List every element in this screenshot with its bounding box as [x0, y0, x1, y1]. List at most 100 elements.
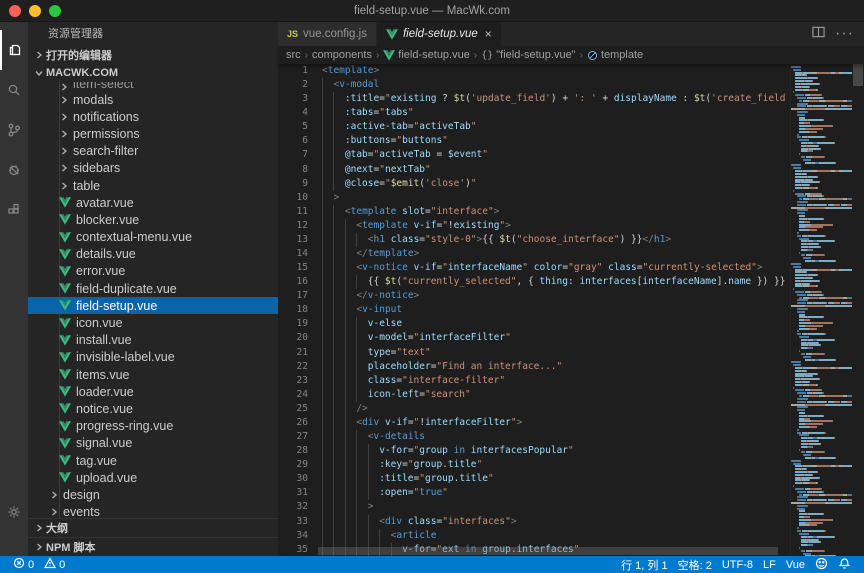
- run-debug-icon[interactable]: [0, 150, 28, 190]
- status-空格-2[interactable]: 空格: 2: [673, 556, 717, 573]
- more-actions-icon[interactable]: ···: [835, 25, 854, 43]
- code-line-14[interactable]: 14 </template>: [278, 247, 790, 261]
- vertical-scrollbar[interactable]: [852, 64, 864, 556]
- project-section[interactable]: MACWK.COM: [28, 64, 278, 82]
- code-line-8[interactable]: 8 @next="nextTab": [278, 163, 790, 177]
- tree-file-blocker.vue[interactable]: blocker.vue: [28, 211, 278, 228]
- tree-file-notice.vue[interactable]: notice.vue: [28, 400, 278, 417]
- search-icon[interactable]: [0, 70, 28, 110]
- status-lf[interactable]: LF: [758, 556, 781, 573]
- tree-file-error.vue[interactable]: error.vue: [28, 263, 278, 280]
- code-line-21[interactable]: 21 type="text": [278, 346, 790, 360]
- editor-actions: ···: [812, 22, 864, 46]
- code-line-6[interactable]: 6 :buttons="buttons": [278, 134, 790, 148]
- code-line-25[interactable]: 25 />: [278, 402, 790, 416]
- code-line-12[interactable]: 12 <template v-if="!existing">: [278, 219, 790, 233]
- tree-file-details.vue[interactable]: details.vue: [28, 246, 278, 263]
- code-line-1[interactable]: 1<template>: [278, 64, 790, 78]
- tree-file-loader.vue[interactable]: loader.vue: [28, 383, 278, 400]
- tree-file-avatar.vue[interactable]: avatar.vue: [28, 194, 278, 211]
- status-行-1-列-1[interactable]: 行 1, 列 1: [616, 556, 672, 573]
- notifications-bell-icon[interactable]: [833, 556, 856, 573]
- tree-folder-modals[interactable]: modals: [28, 91, 278, 108]
- code-line-33[interactable]: 33 <div class="interfaces">: [278, 515, 790, 529]
- tree-folder-design[interactable]: design: [28, 486, 278, 503]
- code-line-24[interactable]: 24 icon-left="search": [278, 388, 790, 402]
- code-line-23[interactable]: 23 class="interface-filter": [278, 374, 790, 388]
- close-window-button[interactable]: [9, 5, 21, 17]
- tab-field-setup.vue[interactable]: field-setup.vue×: [377, 22, 501, 46]
- code-line-7[interactable]: 7 @tab="activeTab = $event": [278, 148, 790, 162]
- outline-section[interactable]: 大纲: [28, 518, 278, 537]
- code-line-11[interactable]: 11 <template slot="interface">: [278, 205, 790, 219]
- code-line-30[interactable]: 30 :title="group.title": [278, 472, 790, 486]
- code-line-22[interactable]: 22 placeholder="Find an interface...": [278, 360, 790, 374]
- vertical-scrollbar-thumb[interactable]: [853, 64, 863, 86]
- code-line-9[interactable]: 9 @close="$emit('close')": [278, 177, 790, 191]
- tree-folder-table[interactable]: table: [28, 177, 278, 194]
- error-icon[interactable]: 0: [8, 556, 39, 573]
- tree-folder-item-select[interactable]: item-select: [28, 82, 278, 91]
- tree-file-contextual-menu.vue[interactable]: contextual-menu.vue: [28, 229, 278, 246]
- tree-file-signal.vue[interactable]: signal.vue: [28, 435, 278, 452]
- code-editor[interactable]: 1<template>2 <v-modal3 :title="existing …: [278, 64, 790, 556]
- status-utf-8[interactable]: UTF-8: [717, 556, 758, 573]
- minimap-line: [791, 179, 852, 181]
- breadcrumb-item-template[interactable]: template: [587, 49, 643, 61]
- tree-file-install.vue[interactable]: install.vue: [28, 332, 278, 349]
- open-editors-section[interactable]: 打开的编辑器: [28, 46, 278, 64]
- code-line-15[interactable]: 15 <v-notice v-if="interfaceName" color=…: [278, 261, 790, 275]
- tree-file-field-setup.vue[interactable]: field-setup.vue: [28, 297, 278, 314]
- breadcrumb-item-components[interactable]: components: [312, 49, 372, 61]
- npm-scripts-section[interactable]: NPM 脚本: [28, 537, 278, 556]
- tree-file-items.vue[interactable]: items.vue: [28, 366, 278, 383]
- tree-file-field-duplicate.vue[interactable]: field-duplicate.vue: [28, 280, 278, 297]
- code-line-16[interactable]: 16 {{ $t("currently_selected", { thing: …: [278, 275, 790, 289]
- feedback-smiley-icon[interactable]: [810, 556, 833, 573]
- tree-folder-permissions[interactable]: permissions: [28, 125, 278, 142]
- horizontal-scrollbar-thumb[interactable]: [318, 547, 778, 555]
- minimap[interactable]: [790, 64, 852, 556]
- extensions-icon[interactable]: [0, 190, 28, 230]
- tree-folder-events[interactable]: events: [28, 504, 278, 519]
- minimize-window-button[interactable]: [29, 5, 41, 17]
- code-line-19[interactable]: 19 v-else: [278, 317, 790, 331]
- tree-file-tag.vue[interactable]: tag.vue: [28, 452, 278, 469]
- code-line-27[interactable]: 27 <v-details: [278, 430, 790, 444]
- code-line-26[interactable]: 26 <div v-if="!interfaceFilter">: [278, 416, 790, 430]
- tree-folder-search-filter[interactable]: search-filter: [28, 143, 278, 160]
- tree-file-icon.vue[interactable]: icon.vue: [28, 314, 278, 331]
- code-line-4[interactable]: 4 :tabs="tabs": [278, 106, 790, 120]
- code-line-17[interactable]: 17 </v-notice>: [278, 289, 790, 303]
- code-line-29[interactable]: 29 :key="group.title": [278, 458, 790, 472]
- code-line-18[interactable]: 18 <v-input: [278, 303, 790, 317]
- code-text: <v-input: [322, 303, 402, 317]
- close-tab-icon[interactable]: ×: [485, 28, 492, 40]
- breadcrumb-item-field-setup.vue[interactable]: {}"field-setup.vue": [481, 49, 575, 61]
- code-line-34[interactable]: 34 <article: [278, 529, 790, 543]
- tree-file-upload.vue[interactable]: upload.vue: [28, 469, 278, 486]
- source-control-icon[interactable]: [0, 110, 28, 150]
- tab-vue.config.js[interactable]: JSvue.config.js: [278, 22, 376, 46]
- explorer-icon[interactable]: [0, 30, 28, 70]
- tree-file-invisible-label.vue[interactable]: invisible-label.vue: [28, 349, 278, 366]
- code-line-28[interactable]: 28 v-for="group in interfacesPopular": [278, 444, 790, 458]
- code-line-13[interactable]: 13 <h1 class="style-0">{{ $t("choose_int…: [278, 233, 790, 247]
- status-vue[interactable]: Vue: [781, 556, 810, 573]
- breadcrumb-item-field-setup.vue[interactable]: field-setup.vue: [383, 49, 470, 61]
- tree-folder-sidebars[interactable]: sidebars: [28, 160, 278, 177]
- split-editor-icon[interactable]: [812, 25, 825, 43]
- tree-file-progress-ring.vue[interactable]: progress-ring.vue: [28, 418, 278, 435]
- code-line-3[interactable]: 3 :title="existing ? $t('update_field') …: [278, 92, 790, 106]
- settings-gear-icon[interactable]: [0, 492, 28, 532]
- code-line-10[interactable]: 10 >: [278, 191, 790, 205]
- code-line-2[interactable]: 2 <v-modal: [278, 78, 790, 92]
- warning-icon[interactable]: 0: [39, 556, 70, 573]
- tree-folder-notifications[interactable]: notifications: [28, 108, 278, 125]
- zoom-window-button[interactable]: [49, 5, 61, 17]
- code-line-31[interactable]: 31 :open="true": [278, 486, 790, 500]
- breadcrumb-item-src[interactable]: src: [286, 49, 301, 61]
- code-line-32[interactable]: 32 >: [278, 500, 790, 514]
- code-line-5[interactable]: 5 :active-tab="activeTab": [278, 120, 790, 134]
- code-line-20[interactable]: 20 v-model="interfaceFilter": [278, 331, 790, 345]
